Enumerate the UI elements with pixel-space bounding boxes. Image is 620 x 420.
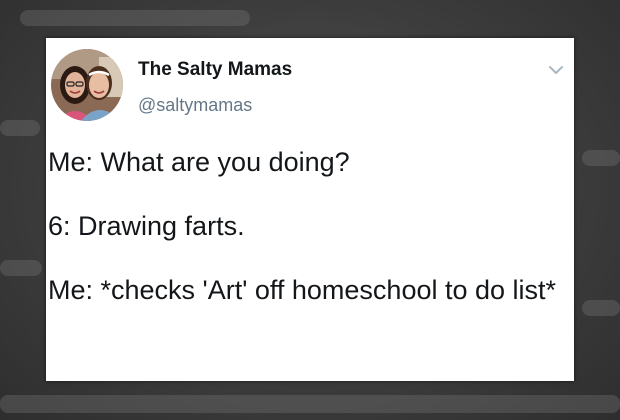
avatar[interactable] <box>51 49 123 121</box>
chevron-down-icon[interactable] <box>548 63 564 75</box>
blurred-background-line <box>0 260 42 276</box>
blurred-background-line <box>0 395 620 413</box>
tweet-text: Me: What are you doing? 6: Drawing farts… <box>48 147 557 305</box>
blurred-background-line <box>0 120 40 136</box>
blurred-background-line <box>20 10 250 26</box>
blurred-background-line <box>582 300 620 316</box>
display-name[interactable]: The Salty Mamas <box>138 59 292 81</box>
blurred-background-line <box>582 150 620 166</box>
user-handle[interactable]: @saltymamas <box>138 95 252 116</box>
tweet-card[interactable]: The Salty Mamas @saltymamas Me: What are… <box>46 38 574 381</box>
avatar-photo-icon <box>51 49 123 121</box>
